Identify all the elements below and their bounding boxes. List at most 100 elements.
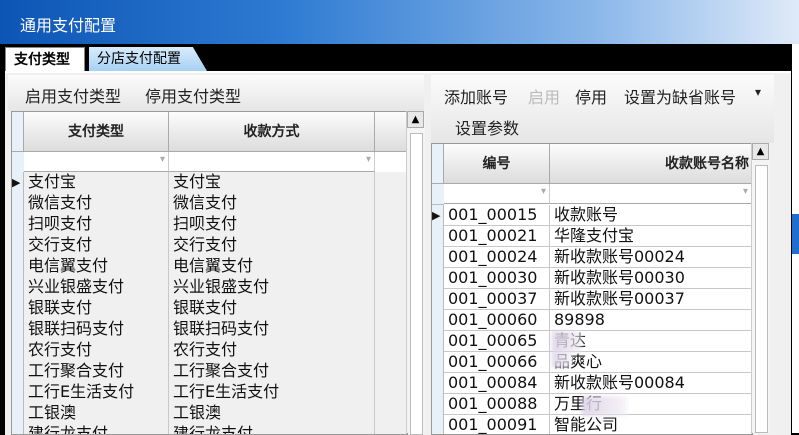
set-default-account-button[interactable]: 设置为缺省账号: [624, 84, 736, 108]
table-row[interactable]: 扫呗支付 扫呗支付: [12, 214, 407, 235]
table-row[interactable]: 001_00024 新收款账号00024: [432, 247, 752, 268]
receipt-method-cell: 农行支付: [169, 340, 375, 361]
row-selector[interactable]: [432, 394, 444, 415]
row-selector[interactable]: [12, 319, 24, 340]
payment-type-cell: 农行支付: [24, 340, 169, 361]
account-name-cell: 新收款账号00024: [550, 247, 752, 268]
empty-cell: [375, 193, 407, 214]
enable-payment-type-button[interactable]: 启用支付类型: [25, 83, 121, 107]
tab-branch-payment-config[interactable]: 分店支付配置: [89, 47, 207, 71]
row-selector[interactable]: [12, 214, 24, 235]
account-name-cell: 新收款账号00030: [550, 268, 752, 289]
row-selector[interactable]: [12, 340, 24, 361]
set-parameters-button[interactable]: 设置参数: [455, 115, 519, 139]
row-selector[interactable]: [432, 415, 444, 434]
title-bar: 通用支付配置: [0, 0, 799, 44]
row-selector[interactable]: [432, 331, 444, 352]
table-row[interactable]: 银联支付 银联支付: [12, 298, 407, 319]
table-row[interactable]: 001_00030 新收款账号00030: [432, 268, 752, 289]
payment-type-cell: 交行支付: [24, 235, 169, 256]
enable-account-button[interactable]: 启用: [528, 84, 560, 108]
payment-type-cell: 支付宝: [24, 172, 169, 193]
filter-payment-type[interactable]: [24, 152, 169, 172]
scroll-up-icon[interactable]: ▲: [752, 143, 769, 160]
row-selector[interactable]: [432, 310, 444, 331]
current-row-indicator-icon[interactable]: ▶: [12, 172, 24, 193]
add-account-button[interactable]: 添加账号: [444, 84, 508, 108]
row-selector[interactable]: [12, 235, 24, 256]
account-grid: 编号 收款账号名称 ▶001_00015收款账号001_00021华隆支付宝00…: [431, 143, 753, 435]
table-row[interactable]: 银联扫码支付 银联扫码支付: [12, 319, 407, 340]
row-selector[interactable]: [12, 298, 24, 319]
redaction-blur: [552, 331, 582, 353]
row-selector[interactable]: [12, 361, 24, 382]
disable-account-button[interactable]: 停用: [575, 84, 607, 108]
table-row[interactable]: 工银澳 工银澳: [12, 403, 407, 424]
account-number-cell: 001_00015: [444, 205, 550, 226]
account-number-cell: 001_00091: [444, 415, 550, 434]
dropdown-arrow-icon[interactable]: ▾: [755, 85, 761, 99]
tab-bar: 支付类型 分店支付配置: [5, 47, 791, 71]
empty-cell: [375, 172, 407, 193]
row-selector[interactable]: [12, 403, 24, 424]
right-grid-scrollbar[interactable]: ▲: [751, 143, 770, 433]
row-selector[interactable]: [432, 247, 444, 268]
filter-account-name[interactable]: [550, 184, 752, 204]
table-row[interactable]: ▶ 支付宝 支付宝: [12, 172, 407, 193]
table-row[interactable]: 微信支付 微信支付: [12, 193, 407, 214]
left-grid-scrollbar[interactable]: ▲: [406, 111, 425, 435]
table-row[interactable]: 001_00066 品爽心: [432, 352, 752, 373]
right-edge-strip: [792, 44, 799, 433]
table-row[interactable]: 001_00065青达: [432, 331, 752, 352]
empty-cell: [375, 277, 407, 298]
left-toolbar: 启用支付类型 停用支付类型: [8, 75, 424, 111]
column-header-account-name[interactable]: 收款账号名称: [550, 144, 752, 184]
table-row[interactable]: 兴业银盛支付 兴业银盛支付: [12, 277, 407, 298]
row-selector[interactable]: [12, 424, 24, 434]
row-selector[interactable]: [432, 226, 444, 247]
row-selector[interactable]: [12, 193, 24, 214]
empty-cell: [375, 361, 407, 382]
column-header-receipt-method[interactable]: 收款方式: [169, 112, 375, 152]
row-selector[interactable]: [432, 373, 444, 394]
table-row[interactable]: 001_00021 华隆支付宝: [432, 226, 752, 247]
table-row[interactable]: 001_00060 89898: [432, 310, 752, 331]
table-row[interactable]: 农行支付 农行支付: [12, 340, 407, 361]
current-row-indicator-icon[interactable]: ▶: [432, 205, 444, 226]
account-number-cell: 001_00088: [444, 394, 550, 415]
row-selector[interactable]: [432, 268, 444, 289]
row-selector[interactable]: [12, 277, 24, 298]
account-name-cell: 华隆支付宝: [550, 226, 752, 247]
row-selector[interactable]: [12, 382, 24, 403]
account-number-cell: 001_00060: [444, 310, 550, 331]
empty-cell: [375, 256, 407, 277]
table-row[interactable]: 建行龙支付 建行龙支付: [12, 424, 407, 434]
scroll-thumb[interactable]: [410, 133, 423, 435]
scroll-thumb[interactable]: [755, 165, 768, 433]
row-selector[interactable]: [432, 352, 444, 373]
column-header-payment-type[interactable]: 支付类型: [24, 112, 169, 152]
table-row[interactable]: 交行支付 交行支付: [12, 235, 407, 256]
column-header-number[interactable]: 编号: [444, 144, 550, 184]
table-row[interactable]: 工行E生活支付 工行E生活支付: [12, 382, 407, 403]
receipt-method-cell: 建行龙支付: [169, 424, 375, 434]
disable-payment-type-button[interactable]: 停用支付类型: [145, 83, 241, 107]
table-row[interactable]: 电信翼支付 电信翼支付: [12, 256, 407, 277]
empty-cell: [375, 382, 407, 403]
table-row[interactable]: ▶ 001_00015 收款账号: [432, 205, 752, 226]
tab-payment-type[interactable]: 支付类型: [5, 47, 85, 71]
filter-number[interactable]: [444, 184, 550, 204]
payment-type-cell: 工行聚合支付: [24, 361, 169, 382]
table-row[interactable]: 工行聚合支付 工行聚合支付: [12, 361, 407, 382]
row-selector[interactable]: [12, 256, 24, 277]
row-selector[interactable]: [432, 289, 444, 310]
account-name-cell: 新收款账号00084: [550, 373, 752, 394]
empty-cell: [375, 235, 407, 256]
filter-receipt-method[interactable]: [169, 152, 375, 172]
scroll-up-icon[interactable]: ▲: [407, 111, 424, 128]
account-number-cell: 001_00066: [444, 352, 550, 373]
table-row[interactable]: 001_00037 新收款账号00037: [432, 289, 752, 310]
table-row[interactable]: 001_00091 智能公司: [432, 415, 752, 434]
receipt-method-cell: 工银澳: [169, 403, 375, 424]
table-row[interactable]: 001_00084 新收款账号00084: [432, 373, 752, 394]
